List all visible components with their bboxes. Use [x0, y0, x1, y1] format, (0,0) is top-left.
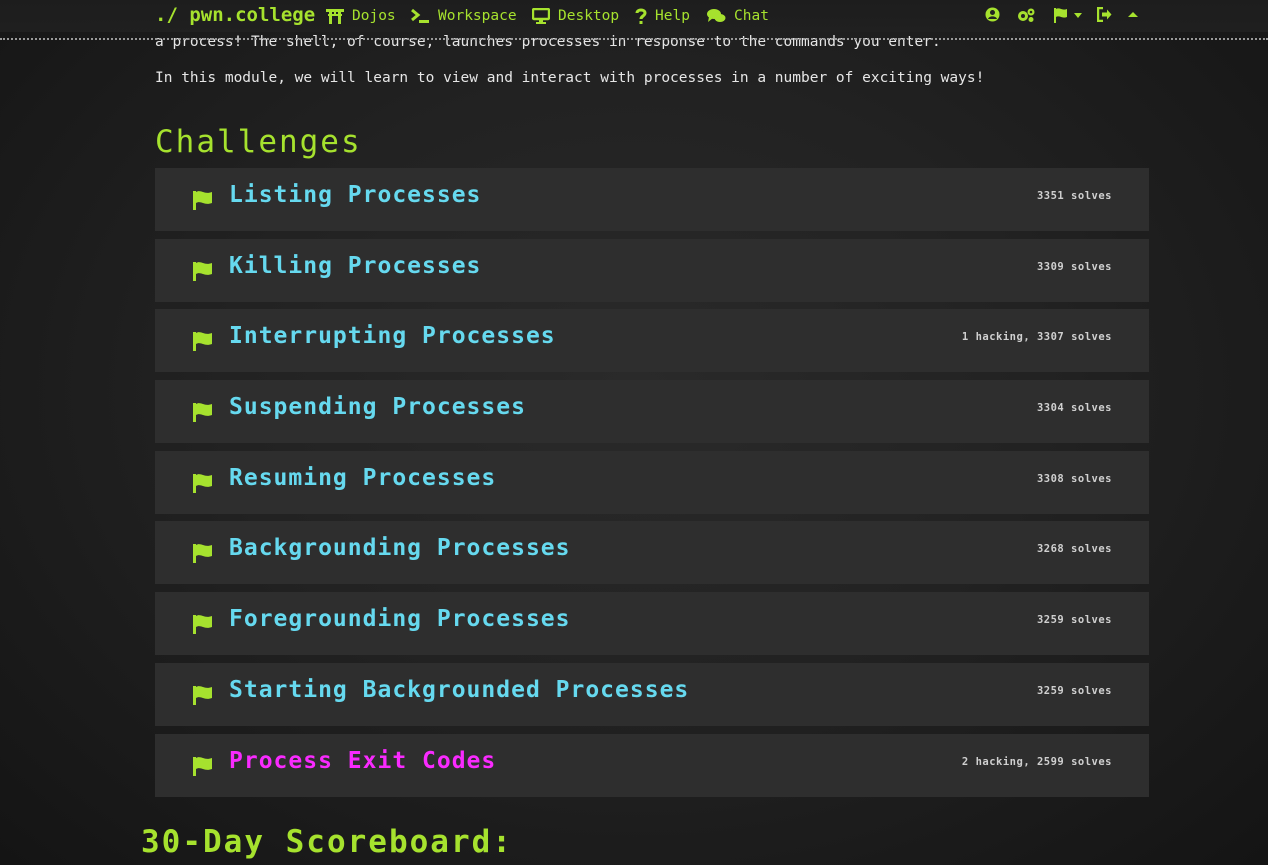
challenge-solves: 3308 solves [1036, 473, 1112, 485]
challenge-item[interactable]: Suspending Processes 3304 solves [155, 380, 1149, 443]
challenge-item[interactable]: Killing Processes 3309 solves [155, 239, 1149, 302]
challenge-item[interactable]: Backgrounding Processes 3268 solves [155, 521, 1149, 584]
nav-workspace-label: Workspace [438, 8, 517, 24]
challenge-item[interactable]: Interrupting Processes 1 hacking, 3307 so… [155, 309, 1149, 372]
nav-dojos[interactable]: Dojos [326, 6, 396, 26]
intro-text-line-2: In this module, we will learn to view an… [155, 70, 985, 86]
flag-icon [193, 332, 212, 351]
chevron-down-icon [1074, 12, 1082, 18]
flag-icon [193, 191, 212, 210]
challenge-solves: 3259 solves [1036, 614, 1112, 626]
challenge-item[interactable]: Foregrounding Processes 3259 solves [155, 592, 1149, 655]
challenge-title[interactable]: Backgrounding Processes [229, 535, 571, 561]
comments-icon [707, 9, 726, 22]
user-circle-icon [985, 7, 1000, 22]
flag-icon [1054, 8, 1067, 23]
flag-icon [193, 403, 212, 422]
challenge-item[interactable]: Starting Backgrounded Processes 3259 solv… [155, 663, 1149, 726]
scoreboard-heading: 30-Day Scoreboard: [141, 824, 513, 860]
challenge-title[interactable]: Starting Backgrounded Processes [229, 677, 689, 703]
torii-gate-icon [326, 9, 344, 24]
collapse-navbar-button[interactable] [1128, 12, 1138, 17]
challenge-title[interactable]: Suspending Processes [229, 394, 526, 420]
terminal-icon [411, 8, 429, 23]
nav-chat[interactable]: Chat [706, 6, 769, 26]
challenge-title[interactable]: Foregrounding Processes [229, 606, 571, 632]
flag-icon [193, 262, 212, 281]
challenge-solves: 3351 solves [1036, 190, 1112, 202]
challenge-solves: 1 hacking, 3307 solves [961, 331, 1112, 343]
challenge-title[interactable]: Killing Processes [229, 253, 481, 279]
caret-up-icon [1128, 12, 1138, 17]
navbar: ./ pwn.college Dojos Workspace Desktop H… [0, 0, 1268, 40]
flag-icon [193, 544, 212, 563]
admin-settings[interactable] [1016, 7, 1036, 23]
nav-help-label: Help [655, 8, 690, 24]
nav-dojos-label: Dojos [352, 8, 396, 24]
challenge-solves: 3309 solves [1036, 261, 1112, 273]
desktop-icon [532, 8, 550, 24]
challenge-title[interactable]: Process Exit Codes [229, 748, 496, 774]
challenge-solves: 3304 solves [1036, 402, 1112, 414]
flag-icon [193, 686, 212, 705]
nav-help[interactable]: Help [635, 6, 690, 26]
nav-desktop[interactable]: Desktop [532, 6, 619, 26]
question-icon [635, 8, 647, 24]
nav-desktop-label: Desktop [558, 8, 620, 24]
flag-icon [193, 615, 212, 634]
challenge-item[interactable]: Resuming Processes 3308 solves [155, 451, 1149, 514]
flag-icon [193, 757, 212, 776]
logout-icon [1097, 7, 1112, 22]
challenges-heading: Challenges [155, 124, 362, 160]
challenge-item[interactable]: Process Exit Codes 2 hacking, 2599 solves [155, 734, 1149, 797]
challenge-title[interactable]: Resuming Processes [229, 465, 496, 491]
challenge-title[interactable]: Interrupting Processes [229, 323, 556, 349]
user-menu[interactable] [985, 7, 1000, 22]
cogs-icon [1018, 8, 1035, 22]
nav-workspace[interactable]: Workspace [410, 6, 517, 26]
challenge-solves: 2 hacking, 2599 solves [961, 756, 1112, 768]
brand-logo[interactable]: ./ pwn.college [155, 4, 315, 26]
nav-chat-label: Chat [734, 8, 769, 24]
challenge-solves: 3259 solves [1036, 685, 1112, 697]
challenge-item[interactable]: Listing Processes 3351 solves [155, 168, 1149, 231]
challenge-title[interactable]: Listing Processes [229, 182, 481, 208]
flag-menu[interactable] [1053, 7, 1082, 23]
challenge-solves: 3268 solves [1036, 543, 1112, 555]
flag-icon [193, 474, 212, 493]
logout-button[interactable] [1097, 7, 1112, 22]
